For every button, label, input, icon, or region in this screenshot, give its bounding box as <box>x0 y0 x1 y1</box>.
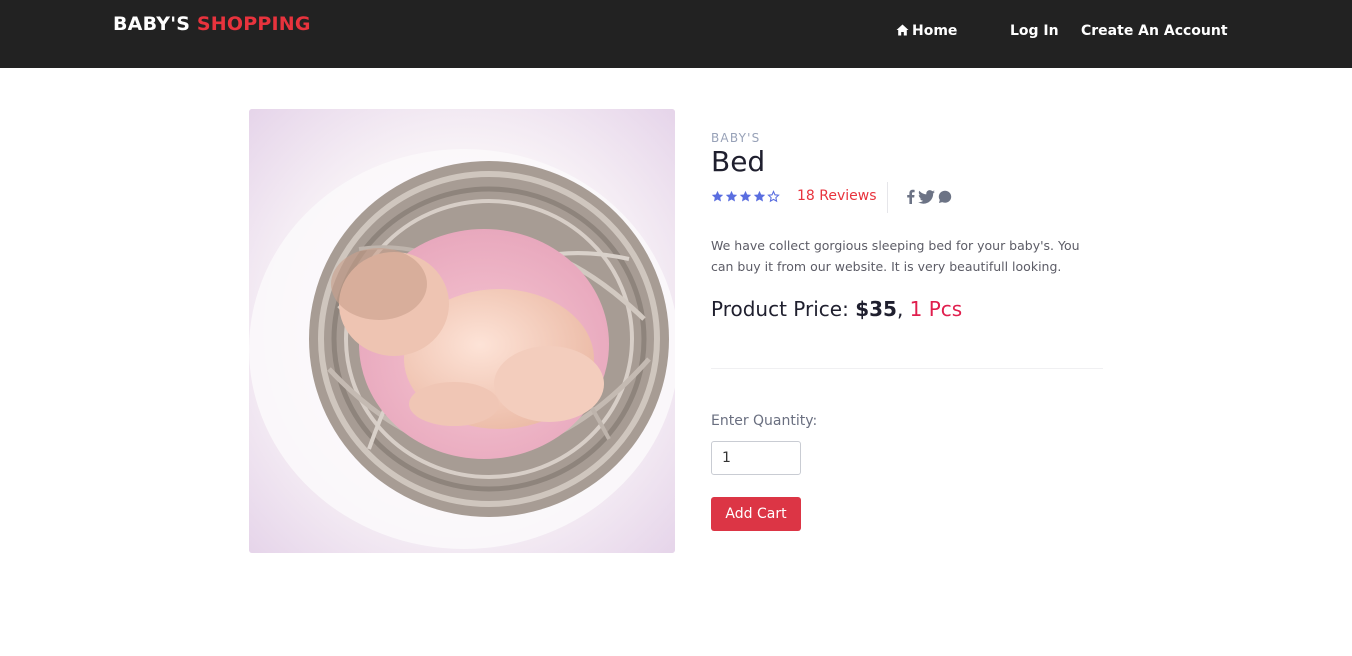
brand-text-accent: SHOPPING <box>196 13 311 35</box>
brand-logo[interactable]: BABY'S SHOPPING <box>113 13 311 35</box>
nav-home-link[interactable]: Home <box>896 23 957 40</box>
product-price: Product Price: $35, 1 Pcs <box>711 297 962 321</box>
rating-divider <box>887 182 888 213</box>
social-share <box>906 189 952 204</box>
add-cart-button[interactable]: Add Cart <box>711 497 801 531</box>
product-image <box>249 109 675 553</box>
star-filled-icon <box>725 190 738 202</box>
star-filled-icon <box>753 190 766 202</box>
product-description: We have collect gorgious sleeping bed fo… <box>711 238 1080 274</box>
star-empty-icon <box>767 190 780 203</box>
quantity-label: Enter Quantity: <box>711 413 818 429</box>
top-navbar: BABY'S SHOPPING Home Log In Create An Ac… <box>0 0 1352 68</box>
star-filled-icon <box>711 190 724 202</box>
facebook-icon[interactable] <box>906 189 915 204</box>
brand-text-primary: BABY'S <box>113 13 191 35</box>
price-value: $35 <box>855 297 897 321</box>
twitter-icon[interactable] <box>918 189 935 204</box>
price-label: Product Price: <box>711 297 849 321</box>
section-divider <box>711 368 1103 369</box>
product-title: Bed <box>711 145 766 178</box>
quantity-available: 1 Pcs <box>909 297 963 321</box>
star-rating <box>711 190 780 203</box>
product-category: BABY'S <box>711 131 761 145</box>
nav-create-account-link[interactable]: Create An Account <box>1081 23 1228 39</box>
price-separator: , <box>896 297 904 321</box>
reviews-link[interactable]: 18 Reviews <box>797 188 877 204</box>
home-icon <box>896 24 909 40</box>
nav-home-label: Home <box>912 23 958 39</box>
whatsapp-icon[interactable] <box>938 190 952 204</box>
nav-login-link[interactable]: Log In <box>1010 23 1059 39</box>
star-filled-icon <box>739 190 752 202</box>
quantity-input[interactable] <box>711 441 801 475</box>
